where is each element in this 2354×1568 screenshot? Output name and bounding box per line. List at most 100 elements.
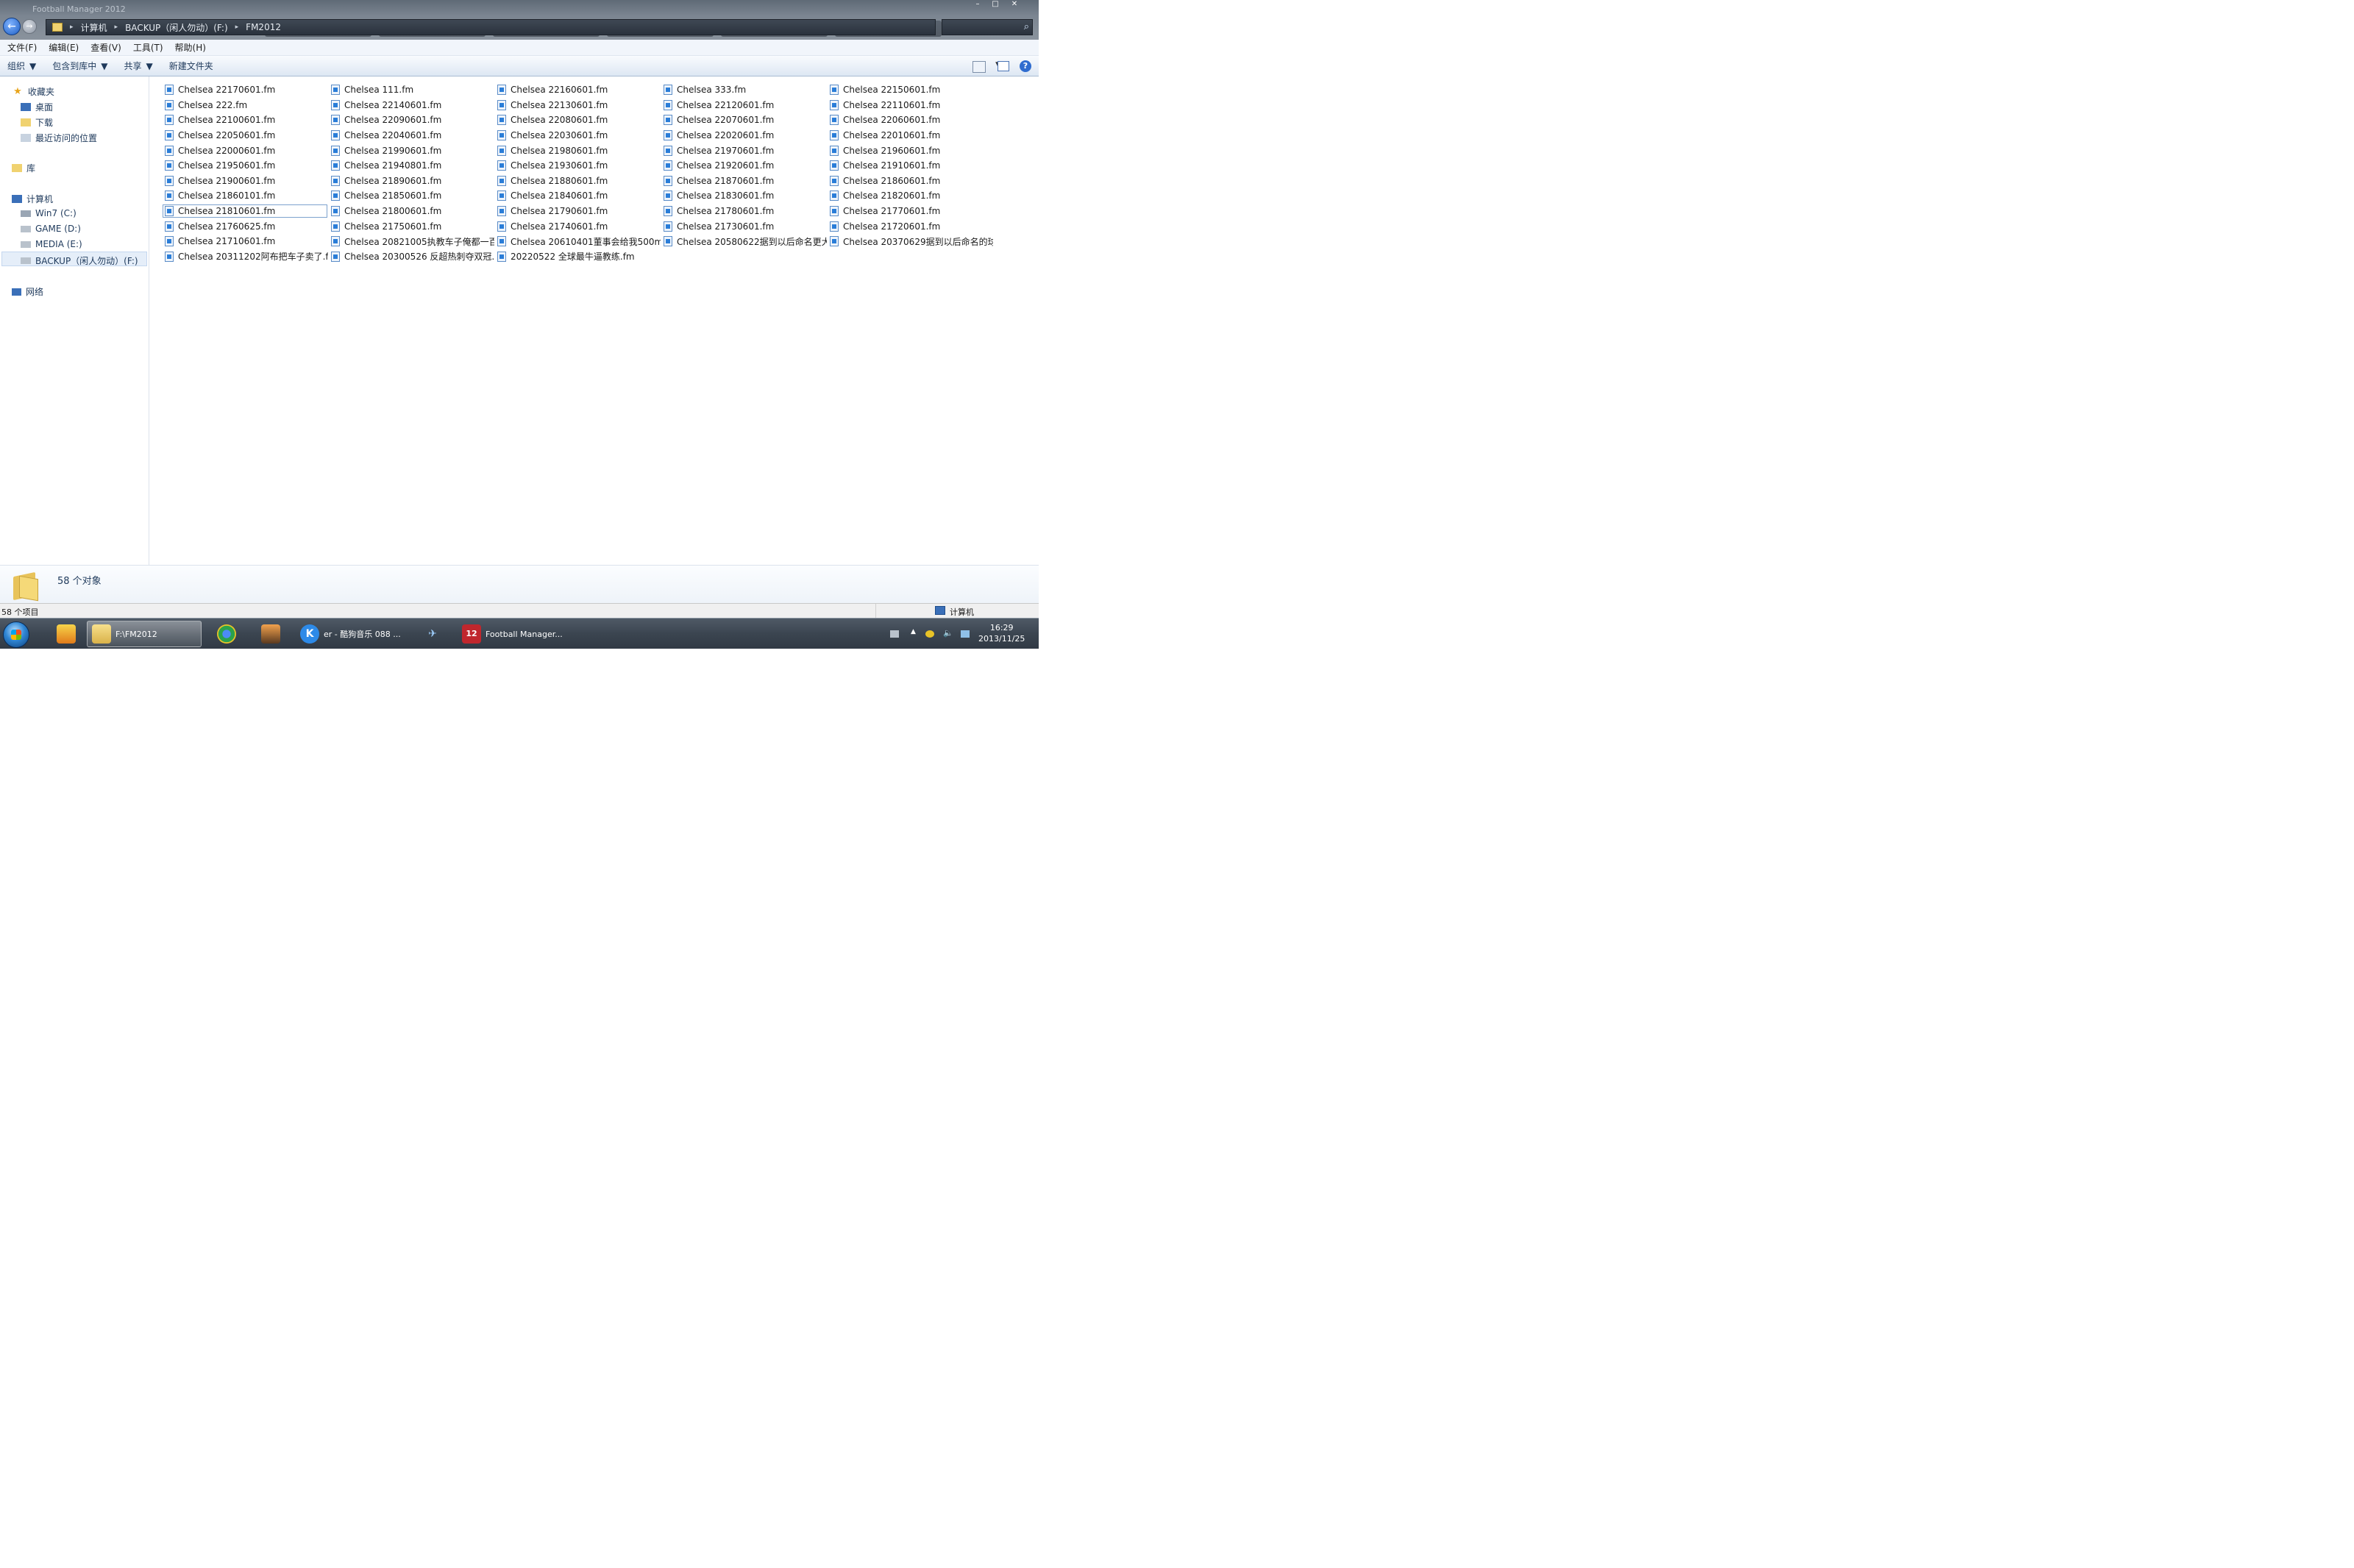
file-item[interactable]: Chelsea 333.fm <box>661 82 827 98</box>
address-bar[interactable]: ▸ 计算机 ▸ BACKUP（闲人勿动）(F:) ▸ FM2012 <box>46 19 936 35</box>
file-item[interactable]: Chelsea 21860101.fm <box>162 188 328 204</box>
nav-drive-f[interactable]: BACKUP（闲人勿动）(F:) <box>21 254 138 267</box>
menu-help[interactable]: 帮助(H) <box>175 41 206 54</box>
share-button[interactable]: 共享 ▼ <box>124 60 153 72</box>
file-item[interactable]: Chelsea 222.fm <box>162 98 328 113</box>
file-item[interactable]: Chelsea 21720601.fm <box>827 218 993 234</box>
file-item[interactable]: Chelsea 22150601.fm <box>827 82 993 98</box>
menu-view[interactable]: 查看(V) <box>90 41 121 54</box>
taskbar-football-manager[interactable]: 12 Football Manager... <box>459 621 580 647</box>
file-item[interactable]: Chelsea 22090601.fm <box>328 113 494 128</box>
nav-recent[interactable]: 最近访问的位置 <box>21 132 97 144</box>
file-item[interactable]: Chelsea 22040601.fm <box>328 128 494 143</box>
file-item[interactable]: Chelsea 22000601.fm <box>162 143 328 158</box>
file-item[interactable]: Chelsea 20821005执教车子俺都一百... <box>328 234 494 249</box>
nav-drive-e[interactable]: MEDIA (E:) <box>21 239 82 249</box>
nav-drive-d[interactable]: GAME (D:) <box>21 224 81 234</box>
keyboard-icon[interactable] <box>890 630 899 638</box>
nav-libraries[interactable]: 库 <box>12 162 35 174</box>
start-button[interactable] <box>3 621 29 648</box>
file-item[interactable]: Chelsea 21990601.fm <box>328 143 494 158</box>
file-item[interactable]: Chelsea 22110601.fm <box>827 98 993 113</box>
file-item[interactable]: Chelsea 21770601.fm <box>827 204 993 219</box>
file-item[interactable]: Chelsea 21740601.fm <box>494 218 661 234</box>
network-icon[interactable] <box>961 630 970 638</box>
file-item[interactable]: Chelsea 22100601.fm <box>162 113 328 128</box>
file-item[interactable]: Chelsea 22020601.fm <box>661 128 827 143</box>
taskbar-kugou[interactable]: K er - 酷狗音乐 088 ... <box>297 621 410 647</box>
file-item[interactable]: Chelsea 21880601.fm <box>494 174 661 189</box>
file-item[interactable]: Chelsea 21900601.fm <box>162 174 328 189</box>
taskbar-chrome[interactable] <box>210 621 243 647</box>
file-item[interactable]: Chelsea 22060601.fm <box>827 113 993 128</box>
file-item[interactable]: Chelsea 21940801.fm <box>328 158 494 174</box>
view-options-icon[interactable] <box>972 61 986 73</box>
breadcrumb-computer[interactable]: 计算机 <box>81 21 107 34</box>
file-item[interactable]: Chelsea 21870601.fm <box>661 174 827 189</box>
nav-downloads[interactable]: 下载 <box>21 116 53 129</box>
file-item[interactable]: Chelsea 21730601.fm <box>661 218 827 234</box>
file-item[interactable]: Chelsea 21960601.fm <box>827 143 993 158</box>
nav-drive-c[interactable]: Win7 (C:) <box>21 208 77 218</box>
search-icon[interactable]: ⌕ <box>1024 21 1029 32</box>
file-item[interactable]: Chelsea 20610401董事会给我500m资... <box>494 234 661 249</box>
nav-network[interactable]: 网络 <box>12 285 43 298</box>
file-item[interactable]: Chelsea 22170601.fm <box>162 82 328 98</box>
file-item[interactable]: Chelsea 22030601.fm <box>494 128 661 143</box>
forward-button[interactable]: → <box>22 19 37 34</box>
file-item[interactable]: Chelsea 22130601.fm <box>494 98 661 113</box>
file-item[interactable]: Chelsea 21760625.fm <box>162 218 328 234</box>
file-item[interactable]: Chelsea 20300526 反超热刺夺双冠.fm <box>328 249 494 265</box>
search-input[interactable]: ⌕ <box>942 19 1033 35</box>
help-button[interactable]: ? <box>1020 60 1031 72</box>
minimize-button[interactable]: – <box>970 0 986 9</box>
organize-button[interactable]: 组织 ▼ <box>7 60 36 72</box>
file-item[interactable]: Chelsea 21920601.fm <box>661 158 827 174</box>
menu-file[interactable]: 文件(F) <box>7 41 37 54</box>
taskbar-game[interactable] <box>255 621 287 647</box>
file-item[interactable]: Chelsea 21710601.fm <box>162 234 328 249</box>
file-item[interactable]: Chelsea 22140601.fm <box>328 98 494 113</box>
file-item[interactable]: Chelsea 22080601.fm <box>494 113 661 128</box>
file-item[interactable]: Chelsea 22070601.fm <box>661 113 827 128</box>
file-item[interactable]: Chelsea 22010601.fm <box>827 128 993 143</box>
taskbar-pinned-app[interactable] <box>51 621 81 647</box>
file-item[interactable]: Chelsea 21790601.fm <box>494 204 661 219</box>
nav-favorites[interactable]: ★ 收藏夹 <box>12 85 54 98</box>
menu-edit[interactable]: 编辑(E) <box>49 41 79 54</box>
file-item[interactable]: Chelsea 21950601.fm <box>162 158 328 174</box>
breadcrumb-backup-drive[interactable]: BACKUP（闲人勿动）(F:) <box>125 21 228 34</box>
breadcrumb-fm2012[interactable]: FM2012 <box>246 22 281 32</box>
file-item[interactable]: Chelsea 21930601.fm <box>494 158 661 174</box>
file-item[interactable]: Chelsea 21780601.fm <box>661 204 827 219</box>
file-item[interactable]: Chelsea 21970601.fm <box>661 143 827 158</box>
file-item[interactable]: Chelsea 20580622据到以后命名更大... <box>661 234 827 249</box>
show-hidden-icons-icon[interactable]: ▲ <box>911 628 920 635</box>
volume-icon[interactable]: 🔈 <box>943 628 953 638</box>
file-item[interactable]: Chelsea 21910601.fm <box>827 158 993 174</box>
close-button[interactable]: ✕ <box>1006 0 1023 9</box>
file-item[interactable]: Chelsea 21840601.fm <box>494 188 661 204</box>
file-item[interactable]: Chelsea 21850601.fm <box>328 188 494 204</box>
file-item[interactable]: Chelsea 21750601.fm <box>328 218 494 234</box>
maximize-button[interactable]: □ <box>987 0 1003 9</box>
taskbar-plane-app[interactable]: ✈ <box>416 621 449 647</box>
tray-app-icon[interactable] <box>925 630 934 638</box>
file-item[interactable]: 20220522 全球最牛逼教练.fm <box>494 249 661 265</box>
file-item[interactable]: Chelsea 20311202阿布把车子卖了.fm <box>162 249 328 265</box>
file-item[interactable]: Chelsea 22120601.fm <box>661 98 827 113</box>
file-item[interactable]: Chelsea 22160601.fm <box>494 82 661 98</box>
file-item[interactable]: Chelsea 21890601.fm <box>328 174 494 189</box>
file-item[interactable]: Chelsea 21830601.fm <box>661 188 827 204</box>
file-item[interactable]: Chelsea 21820601.fm <box>827 188 993 204</box>
file-item[interactable]: Chelsea 22050601.fm <box>162 128 328 143</box>
back-button[interactable]: ← <box>3 18 21 35</box>
file-item[interactable]: Chelsea 21800601.fm <box>328 204 494 219</box>
file-item[interactable]: Chelsea 20370629据到以后命名的球... <box>827 234 993 249</box>
file-item[interactable]: Chelsea 21980601.fm <box>494 143 661 158</box>
preview-pane-icon[interactable] <box>998 61 1009 71</box>
nav-desktop[interactable]: 桌面 <box>21 101 53 113</box>
file-item[interactable]: Chelsea 21860601.fm <box>827 174 993 189</box>
system-clock[interactable]: 16:29 2013/11/25 <box>978 622 1025 644</box>
include-library-button[interactable]: 包含到库中 ▼ <box>52 60 107 72</box>
